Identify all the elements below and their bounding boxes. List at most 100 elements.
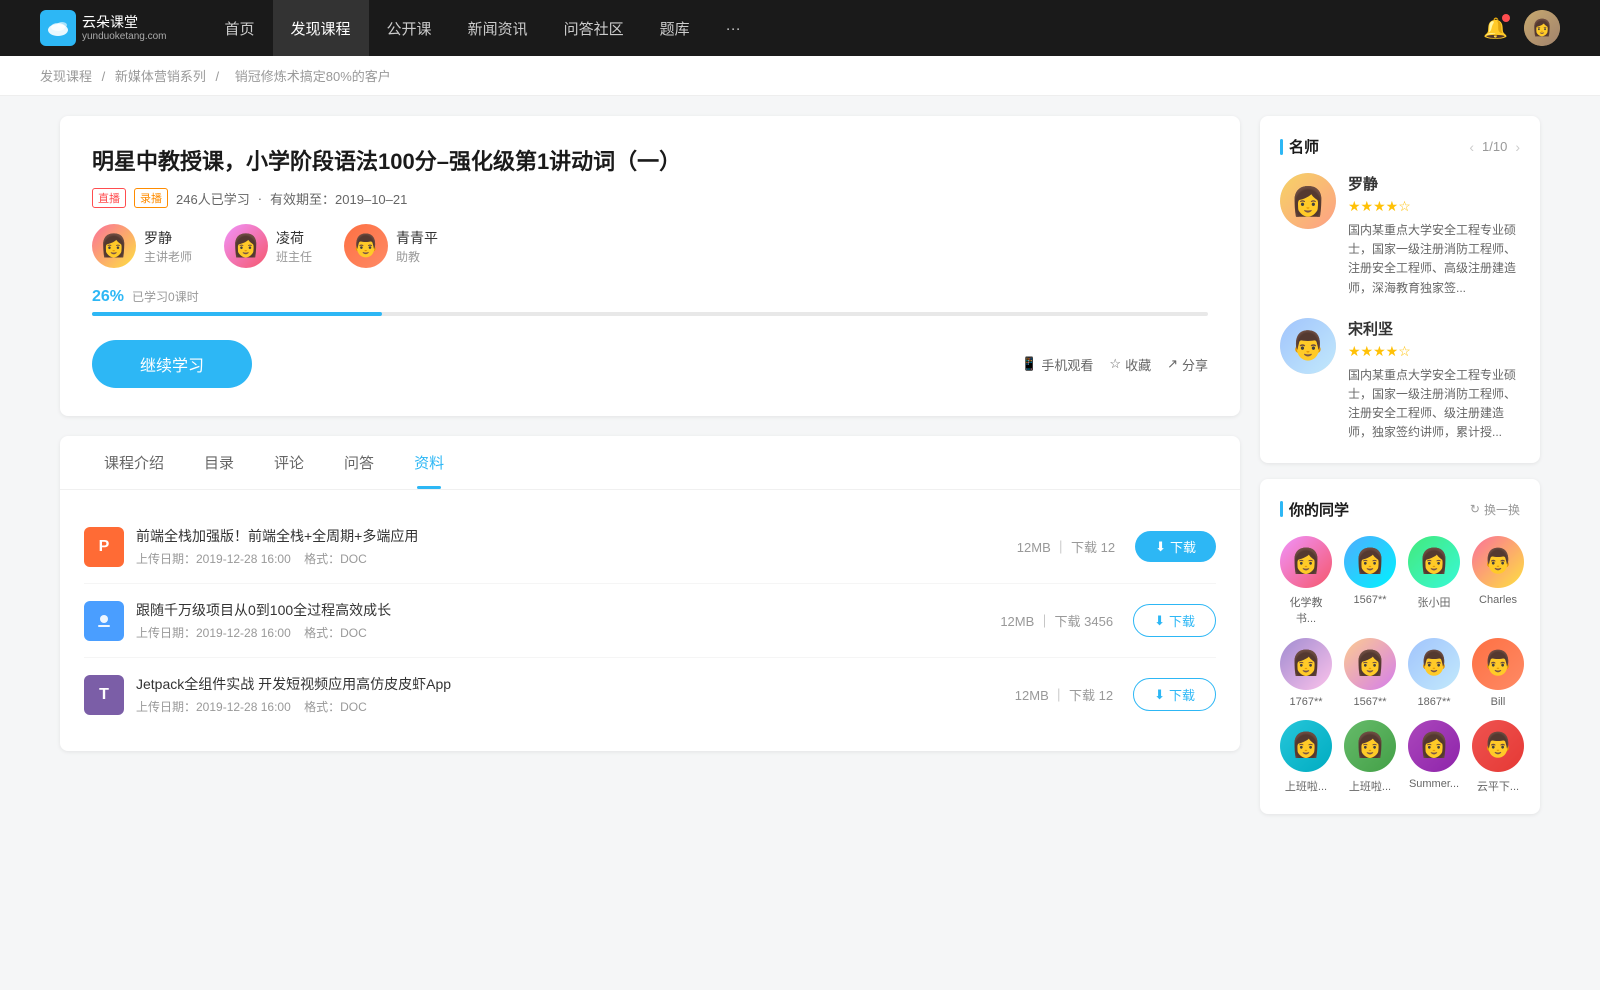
tabs-content: P 前端全栈加强版！前端全栈+全周期+多端应用 上传日期：2019-12-28 … [60,490,1240,751]
tab-materials[interactable]: 资料 [394,436,464,489]
teacher-1: 👩 罗静 主讲老师 [92,224,192,268]
nav-news[interactable]: 新闻资讯 [450,0,546,56]
tab-toc[interactable]: 目录 [184,436,254,489]
sidebar-teacher-1: 👩 罗静 ★★★★☆ 国内某重点大学安全工程专业硕士，国家一级注册消防工程师、注… [1280,173,1520,298]
file-stats-2: 12MB ｜ 下载 3456 [1000,611,1113,630]
notification-bell[interactable]: 🔔 [1483,16,1508,41]
breadcrumb-item-discover[interactable]: 发现课程 [40,69,92,84]
course-title: 明星中教授课，小学阶段语法100分–强化级第1讲动词（一） [92,144,1208,176]
sidebar-teacher-1-avatar: 👩 [1280,173,1336,229]
continue-learning-button[interactable]: 继续学习 [92,340,252,388]
student-item-10: 👩 Summer... [1408,720,1460,794]
download-button-2[interactable]: ⬇ 下载 [1133,604,1216,637]
student-item-11: 👨 云平下... [1472,720,1524,794]
teacher-3-role: 助教 [396,248,438,265]
teachers-next-arrow[interactable]: › [1515,139,1520,155]
nav-items: 首页 发现课程 公开课 新闻资讯 问答社区 题库 ··· [207,0,1484,56]
nav-discover[interactable]: 发现课程 [273,0,369,56]
file-icon-2 [84,601,124,641]
course-card: 明星中教授课，小学阶段语法100分–强化级第1讲动词（一） 直播 录播 246人… [60,116,1240,416]
tab-qa[interactable]: 问答 [324,436,394,489]
nav-home[interactable]: 首页 [207,0,273,56]
logo[interactable]: 云朵课堂 yunduoketang.com [40,10,167,46]
download-icon-1: ⬇ [1155,539,1166,555]
sidebar-teacher-1-name: 罗静 [1348,173,1520,194]
teacher-2-role: 班主任 [276,248,312,265]
sidebar-teacher-1-desc: 国内某重点大学安全工程专业硕士，国家一级注册消防工程师、注册安全工程师、高级注册… [1348,221,1520,298]
course-meta: 直播 录播 246人已学习 · 有效期至：2019–10–21 [92,188,1208,208]
nav-more[interactable]: ··· [708,0,759,56]
teacher-1-role: 主讲老师 [144,248,192,265]
student-avatar-0: 👩 [1280,536,1332,588]
breadcrumb-current: 销冠修炼术搞定80%的客户 [235,69,391,84]
logo-icon [40,10,76,46]
sidebar-teacher-2-avatar: 👨 [1280,318,1336,374]
mobile-icon: 📱 [1021,356,1037,372]
student-name-9: 上班啦... [1349,778,1391,794]
student-item-1: 👩 1567** [1344,536,1396,626]
students-sidebar-title: 你的同学 [1280,499,1349,520]
student-name-6: 1867** [1417,696,1450,708]
students-grid: 👩 化学教书... 👩 1567** 👩 张小田 👨 Charles 👩 [1280,536,1520,794]
file-item-2: 跟随千万级项目从0到100全过程高效成长 上传日期：2019-12-28 16:… [84,584,1216,658]
progress-section: 26% 已学习0课时 [92,288,1208,316]
student-name-4: 1767** [1289,696,1322,708]
sidebar-teacher-2-desc: 国内某重点大学安全工程专业硕士，国家一级注册消防工程师、注册安全工程师、级注册建… [1348,366,1520,443]
download-button-1[interactable]: ⬇ 下载 [1135,531,1216,562]
student-avatar-3: 👨 [1472,536,1524,588]
file-name-2: 跟随千万级项目从0到100全过程高效成长 [136,600,1000,620]
student-item-9: 👩 上班啦... [1344,720,1396,794]
badge-record: 录播 [134,188,168,208]
refresh-icon: ↻ [1470,502,1480,516]
teacher-3: 👨 青青平 助教 [344,224,438,268]
file-icon-3: T [84,675,124,715]
breadcrumb-item-series[interactable]: 新媒体营销系列 [115,69,206,84]
student-name-1: 1567** [1353,594,1386,606]
sidebar: 名师 ‹ 1/10 › 👩 罗静 ★★★★☆ 国内某重点大学安全工程专业硕士，国… [1260,116,1540,830]
teacher-3-avatar: 👨 [344,224,388,268]
nav-qa[interactable]: 问答社区 [546,0,642,56]
nav-public[interactable]: 公开课 [369,0,450,56]
students-header: 你的同学 ↻ 换一换 [1280,499,1520,520]
tab-review[interactable]: 评论 [254,436,324,489]
action-buttons: 📱 手机观看 ☆ 收藏 ↗ 分享 [1021,355,1208,374]
progress-label: 已学习0课时 [132,288,199,305]
logo-name: 云朵课堂 [82,14,167,31]
student-name-2: 张小田 [1418,594,1451,610]
progress-percent: 26% [92,288,124,305]
student-item-5: 👩 1567** [1344,638,1396,708]
download-icon-2: ⬇ [1154,613,1165,629]
file-info-2: 跟随千万级项目从0到100全过程高效成长 上传日期：2019-12-28 16:… [136,600,1000,641]
valid-date: 有效期至：2019–10–21 [270,189,407,208]
student-name-11: 云平下... [1477,778,1519,794]
teachers-page: 1/10 [1482,139,1507,154]
collect-button[interactable]: ☆ 收藏 [1109,355,1151,374]
navigation: 云朵课堂 yunduoketang.com 首页 发现课程 公开课 新闻资讯 问… [0,0,1600,56]
file-item-1: P 前端全栈加强版！前端全栈+全周期+多端应用 上传日期：2019-12-28 … [84,510,1216,584]
student-avatar-4: 👩 [1280,638,1332,690]
teachers-sidebar-card: 名师 ‹ 1/10 › 👩 罗静 ★★★★☆ 国内某重点大学安全工程专业硕士，国… [1260,116,1540,463]
student-item-8: 👩 上班啦... [1280,720,1332,794]
student-item-6: 👨 1867** [1408,638,1460,708]
tabs-header: 课程介绍 目录 评论 问答 资料 [60,436,1240,490]
file-stats-1: 12MB ｜ 下载 12 [1017,537,1115,556]
students-refresh-button[interactable]: ↻ 换一换 [1470,501,1520,518]
download-button-3[interactable]: ⬇ 下载 [1133,678,1216,711]
user-avatar[interactable]: 👩 [1524,10,1560,46]
student-avatar-9: 👩 [1344,720,1396,772]
file-icon-1: P [84,527,124,567]
students-count: 246人已学习 [176,189,250,208]
file-name-3: Jetpack全组件实战 开发短视频应用高仿皮皮虾App [136,674,1015,694]
main-content: 明星中教授课，小学阶段语法100分–强化级第1讲动词（一） 直播 录播 246人… [60,116,1240,830]
mobile-watch-button[interactable]: 📱 手机观看 [1021,355,1093,374]
breadcrumb: 发现课程 / 新媒体营销系列 / 销冠修炼术搞定80%的客户 [0,56,1600,96]
share-icon: ↗ [1167,356,1178,372]
share-button[interactable]: ↗ 分享 [1167,355,1208,374]
file-stats-3: 12MB ｜ 下载 12 [1015,685,1113,704]
teachers-list: 👩 罗静 主讲老师 👩 凌荷 班主任 👨 青青平 [92,224,1208,268]
teachers-prev-arrow[interactable]: ‹ [1469,139,1474,155]
teachers-sidebar-title: 名师 [1280,136,1319,157]
nav-quiz[interactable]: 题库 [642,0,708,56]
tab-intro[interactable]: 课程介绍 [84,436,184,489]
student-item-7: 👨 Bill [1472,638,1524,708]
